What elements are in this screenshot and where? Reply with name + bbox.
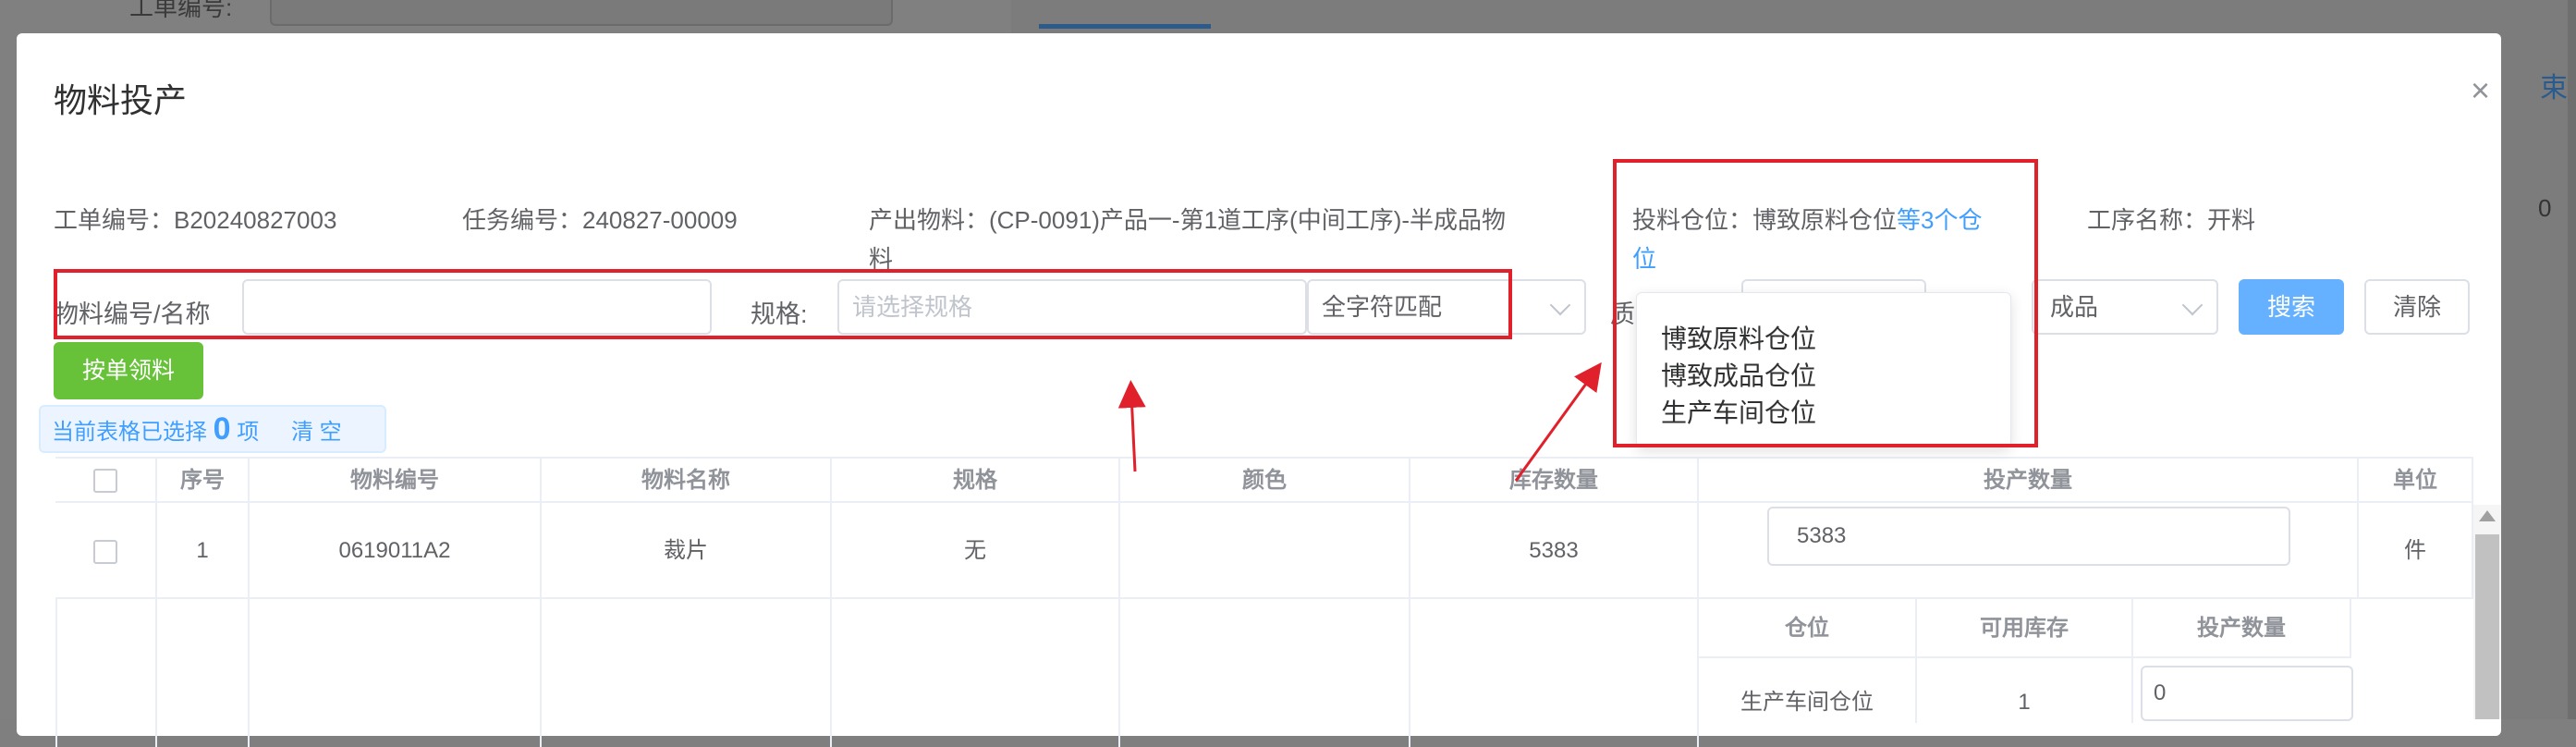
annotation-arrow-diagonal [1514,361,1602,482]
annotation-arrows [1117,361,1602,482]
annotation-arrow-up [1117,380,1146,472]
